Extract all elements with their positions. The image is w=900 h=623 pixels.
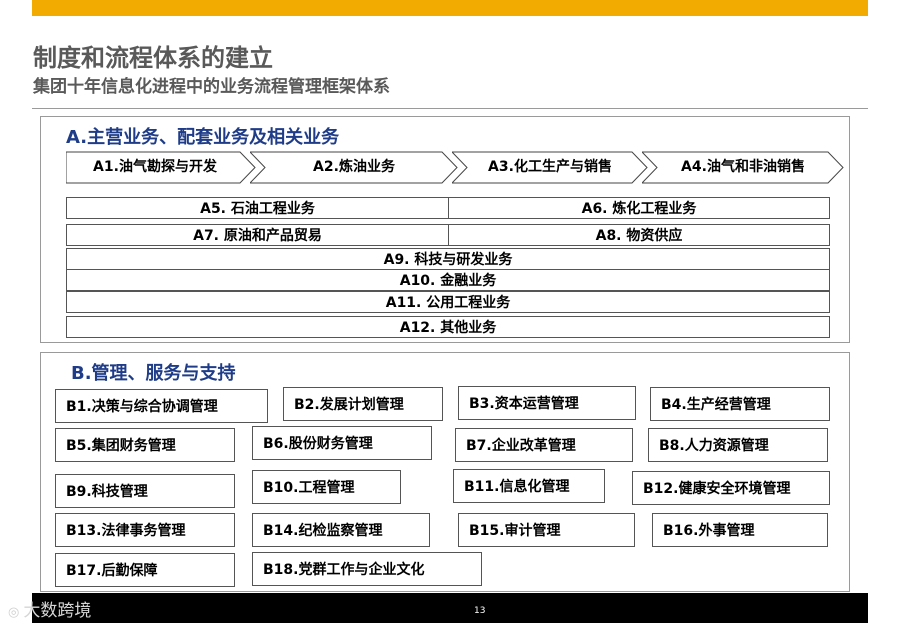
watermark-text: 大数跨境 [23, 601, 92, 621]
box-b6: B6.股份财务管理 [252, 426, 432, 460]
box-b15: B15.审计管理 [458, 513, 635, 547]
bar-a11: A11. 公用工程业务 [66, 291, 830, 313]
box-b8: B8.人力资源管理 [648, 428, 828, 462]
box-b18: B18.党群工作与企业文化 [252, 552, 482, 586]
chevron-a4: A4.油气和非油销售 [642, 151, 844, 184]
chevron-a3: A3.化工生产与销售 [452, 151, 648, 184]
box-b7: B7.企业改革管理 [455, 428, 633, 462]
chevron-a1: A1.油气勘探与开发 [66, 151, 256, 184]
watermark-logo-icon: ◎ [8, 605, 20, 620]
bar-a8: A8. 物资供应 [448, 224, 830, 246]
chevron-a2: A2.炼油业务 [250, 151, 458, 184]
box-b14: B14.纪检监察管理 [252, 513, 430, 547]
box-b10: B10.工程管理 [252, 470, 401, 504]
box-b11: B11.信息化管理 [453, 469, 605, 503]
chevron-a2-label: A2.炼油业务 [313, 159, 395, 175]
page-number: 13 [474, 606, 486, 616]
box-b13: B13.法律事务管理 [55, 513, 235, 547]
top-accent-bar [32, 0, 868, 16]
box-b16: B16.外事管理 [652, 513, 828, 547]
bar-a7: A7. 原油和产品贸易 [66, 224, 449, 246]
box-b5: B5.集团财务管理 [55, 428, 235, 462]
box-b2: B2.发展计划管理 [283, 387, 443, 421]
bar-a6: A6. 炼化工程业务 [448, 197, 830, 219]
page-title: 制度和流程体系的建立 [33, 44, 273, 72]
box-b12: B12.健康安全环境管理 [632, 471, 830, 505]
chevron-a3-label: A3.化工生产与销售 [488, 159, 612, 175]
bar-a12: A12. 其他业务 [66, 316, 830, 338]
chevron-a1-label: A1.油气勘探与开发 [93, 159, 217, 175]
watermark: ◎ 大数跨境 [8, 596, 91, 621]
box-b4: B4.生产经营管理 [650, 387, 830, 421]
bar-a10: A10. 金融业务 [66, 269, 830, 291]
footer-bar [32, 593, 868, 623]
chevron-a4-label: A4.油气和非油销售 [681, 159, 805, 175]
bar-a9: A9. 科技与研发业务 [66, 248, 830, 270]
section-a-heading: A.主营业务、配套业务及相关业务 [66, 127, 340, 148]
page-subtitle: 集团十年信息化进程中的业务流程管理框架体系 [33, 77, 390, 97]
box-b1: B1.决策与综合协调管理 [55, 389, 268, 423]
title-divider [32, 108, 868, 109]
box-b17: B17.后勤保障 [55, 553, 235, 587]
section-b-heading: B.管理、服务与支持 [71, 363, 236, 384]
box-b3: B3.资本运营管理 [458, 386, 636, 420]
bar-a5: A5. 石油工程业务 [66, 197, 449, 219]
box-b9: B9.科技管理 [55, 474, 235, 508]
